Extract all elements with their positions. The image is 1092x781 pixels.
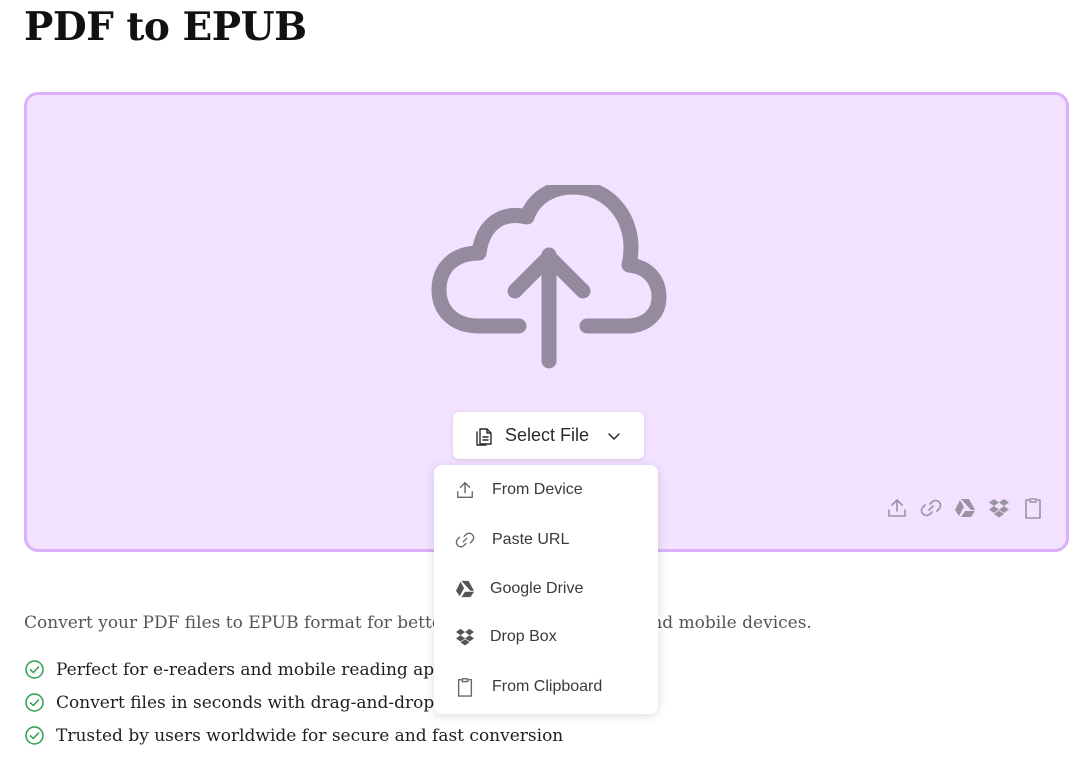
chevron-down-icon (607, 429, 621, 443)
select-file-label: Select File (505, 425, 590, 445)
files-icon (475, 426, 493, 446)
menu-item-paste-url[interactable]: Paste URL (434, 520, 658, 560)
link-icon (454, 529, 476, 551)
cloud-upload-icon (431, 185, 667, 369)
feature-text: Perfect for e-readers and mobile reading… (56, 659, 454, 680)
source-shortcuts (886, 497, 1044, 519)
menu-item-label: Google Drive (490, 580, 584, 597)
select-file-button[interactable]: Select File (453, 412, 644, 459)
upload-icon (454, 479, 476, 501)
menu-item-label: Paste URL (492, 531, 570, 548)
check-circle-icon (24, 725, 45, 746)
clipboard-icon (454, 676, 476, 698)
select-file-dropdown-menu: From Device Paste URL Google Drive Drop … (434, 465, 658, 714)
dropbox-icon[interactable] (988, 497, 1010, 519)
google-drive-icon[interactable] (954, 497, 976, 519)
page-description: Convert your PDF files to EPUB format fo… (24, 613, 812, 633)
menu-item-label: From Device (492, 481, 583, 498)
dropbox-icon (454, 626, 476, 648)
menu-item-google-drive[interactable]: Google Drive (434, 569, 658, 609)
feature-text: Trusted by users worldwide for secure an… (56, 725, 564, 746)
menu-item-label: Drop Box (490, 628, 557, 645)
upload-icon[interactable] (886, 497, 908, 519)
google-drive-icon (454, 578, 476, 600)
menu-item-label: From Clipboard (492, 678, 603, 695)
feature-item: Trusted by users worldwide for secure an… (24, 719, 563, 752)
menu-item-drop-box[interactable]: Drop Box (434, 617, 658, 657)
link-icon[interactable] (920, 497, 942, 519)
menu-item-from-clipboard[interactable]: From Clipboard (434, 667, 658, 707)
page-title: PDF to EPUB (24, 4, 307, 50)
check-circle-icon (24, 692, 45, 713)
menu-item-from-device[interactable]: From Device (434, 470, 658, 510)
check-circle-icon (24, 659, 45, 680)
clipboard-icon[interactable] (1022, 497, 1044, 519)
